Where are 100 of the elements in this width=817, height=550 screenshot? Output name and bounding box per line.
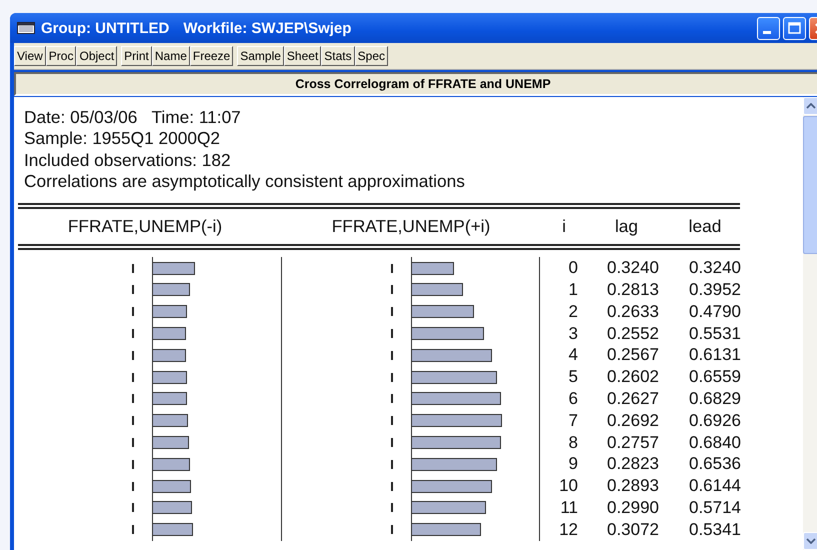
table-cell-text: 11	[559, 496, 578, 519]
table-cell-text: 0.6559	[688, 366, 741, 388]
column-header: FFRATE,UNEMP(-i)	[66, 216, 224, 238]
scroll-up-button[interactable]	[803, 97, 817, 115]
table-cell-text: 0.5531	[688, 322, 741, 344]
table-cell-text: 0	[568, 257, 578, 279]
confidence-tick	[132, 525, 134, 534]
minimize-button[interactable]	[757, 16, 780, 40]
table-cell-text: 8	[568, 432, 578, 454]
confidence-tick	[391, 350, 393, 360]
table-cell-text: 0.3240	[688, 257, 741, 279]
table-cell-text: 0.2552	[606, 322, 659, 344]
scroll-down-button[interactable]	[803, 532, 817, 550]
table-cell-text: 0.6131	[688, 344, 741, 366]
table-cell-text: 12	[558, 518, 578, 541]
confidence-tick	[132, 264, 134, 273]
confidence-tick	[391, 482, 393, 491]
table-cell-text: 0.2567	[606, 344, 659, 366]
confidence-tick	[132, 350, 134, 360]
table-cell-text: 0.6829	[688, 388, 741, 410]
confidence-tick	[132, 307, 134, 316]
confidence-tick	[391, 372, 393, 382]
table-cell-text: 1	[568, 278, 578, 301]
table-cell-text: 0.2990	[606, 496, 659, 519]
output-header-text: Date: 05/03/06 Time: 11:07	[24, 107, 242, 128]
toolbar-button[interactable]: Print	[121, 46, 152, 66]
table-cell-text: 0.6536	[688, 453, 741, 476]
confidence-tick	[132, 328, 134, 338]
confidence-tick	[132, 503, 134, 512]
confidence-tick	[391, 285, 393, 294]
table-cell-text: 0.6926	[688, 410, 741, 432]
toolbar-button[interactable]: Name	[152, 46, 190, 66]
table-cell-text: 0.3952	[688, 278, 741, 301]
confidence-tick	[391, 525, 393, 534]
correlation-bar	[153, 326, 186, 340]
column-header: lead	[688, 216, 722, 238]
toolbar-button[interactable]: Object	[76, 46, 118, 66]
table-cell-text: 7	[568, 410, 578, 432]
caret-up-icon	[806, 103, 816, 109]
table-cell-text: 0.4790	[688, 300, 741, 323]
scroll-thumb[interactable]	[803, 116, 817, 254]
table-cell-text: 0.3240	[606, 257, 659, 279]
confidence-tick	[391, 307, 393, 316]
confidence-tick	[391, 503, 393, 512]
confidence-tick	[391, 394, 393, 404]
confidence-tick	[391, 416, 393, 426]
output-header-text: Included observations: 182	[24, 150, 232, 171]
confidence-tick	[132, 285, 134, 294]
confidence-tick	[132, 438, 134, 447]
view-title: Cross Correlogram of FFRATE and UNEMP	[14, 72, 817, 96]
toolbar-button[interactable]: Proc	[46, 46, 76, 66]
table-cell-text: 4	[568, 344, 578, 366]
table-cell-text: 0.5341	[688, 518, 741, 541]
workfile-name: Workfile: SWJEP\Swjep	[183, 20, 352, 36]
toolbar-button[interactable]: View	[14, 46, 46, 66]
table-cell-text: 0.6144	[688, 475, 741, 497]
table-cell-text: 0.3072	[606, 518, 659, 541]
correlation-bar	[412, 326, 484, 340]
column-header: lag	[614, 216, 640, 238]
table-cell-text: 0.2813	[606, 278, 659, 301]
confidence-tick	[132, 416, 134, 426]
output-header-text: Sample: 1955Q1 2000Q2	[24, 128, 221, 150]
column-header: FFRATE,UNEMP(+i)	[330, 216, 492, 238]
table-cell-text: 0.2627	[606, 388, 659, 410]
table-cell-text: 6	[568, 388, 578, 410]
window-icon	[17, 22, 35, 34]
table-cell-text: 0.2692	[606, 410, 659, 432]
table-cell-text: 0.2633	[606, 300, 659, 323]
maximize-button[interactable]	[783, 16, 806, 40]
table-cell-text: 5	[568, 366, 578, 388]
toolbar-button[interactable]: Stats	[321, 46, 355, 66]
table-cell-text: 3	[568, 322, 578, 344]
toolbar-button[interactable]: Sheet	[284, 46, 322, 66]
output-header-text: Correlations are asymptotically consistent approximations	[24, 170, 466, 192]
confidence-tick	[132, 372, 134, 382]
confidence-tick	[132, 394, 134, 404]
table-cell-text: 0.6840	[688, 432, 741, 454]
column-header: i	[561, 216, 567, 238]
minimize-icon	[762, 30, 770, 34]
caret-down-icon	[806, 538, 816, 544]
toolbar-button[interactable]: Freeze	[190, 46, 234, 66]
confidence-tick	[391, 460, 393, 469]
table-cell-text: 2	[568, 300, 578, 323]
correlation-bar	[153, 436, 189, 449]
table-cell-text: 0.5714	[688, 496, 741, 519]
confidence-tick	[132, 460, 134, 469]
table-cell-text: 9	[568, 453, 578, 476]
table-cell-text: 0.2893	[606, 475, 659, 497]
window-title: Group: UNTITLED	[41, 20, 170, 36]
toolbar-button[interactable]: Sample	[237, 46, 284, 66]
confidence-tick	[391, 264, 393, 273]
table-cell-text: 10	[558, 475, 578, 497]
table-cell-text: 0.2823	[606, 453, 659, 476]
confidence-tick	[391, 438, 393, 447]
toolbar-button[interactable]: Spec	[354, 46, 388, 66]
scrollbar[interactable]	[803, 97, 817, 550]
confidence-tick	[132, 482, 134, 491]
table-cell-text: 0.2757	[606, 432, 659, 454]
table-cell-text: 0.2602	[606, 366, 659, 388]
confidence-tick	[391, 328, 393, 338]
